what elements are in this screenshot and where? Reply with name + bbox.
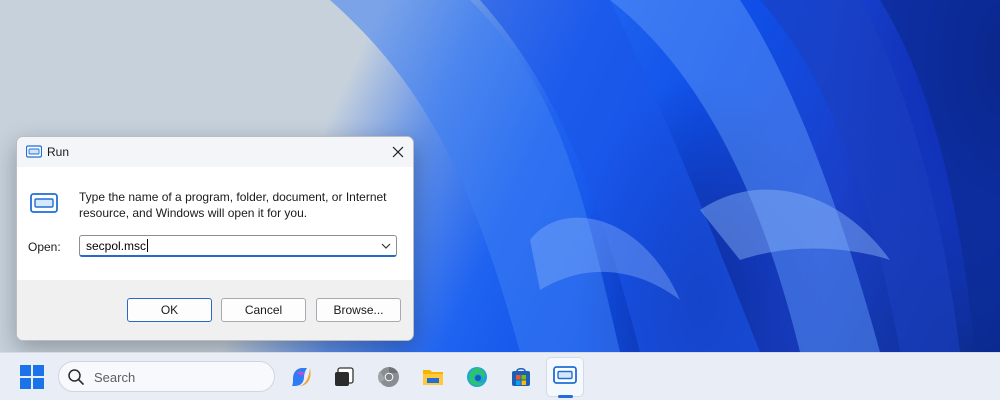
close-button[interactable] xyxy=(383,137,413,167)
search-icon xyxy=(68,369,84,385)
dialog-body: Type the name of a program, folder, docu… xyxy=(17,167,413,280)
run-icon xyxy=(26,145,42,158)
dialog-title: Run xyxy=(47,145,70,159)
active-indicator xyxy=(558,395,573,398)
cancel-button[interactable]: Cancel xyxy=(221,298,306,322)
microsoft-store-icon[interactable] xyxy=(509,365,533,389)
run-app-icon[interactable] xyxy=(553,363,577,387)
taskbar: Search xyxy=(0,352,1000,400)
windows-start-icon[interactable] xyxy=(20,365,44,389)
text-caret xyxy=(147,239,149,252)
dialog-description: Type the name of a program, folder, docu… xyxy=(79,190,387,220)
task-view-icon[interactable] xyxy=(332,365,356,389)
search-placeholder: Search xyxy=(94,370,136,385)
open-input[interactable]: secpol.msc xyxy=(86,239,149,253)
file-explorer-icon[interactable] xyxy=(421,365,445,389)
chevron-down-icon[interactable] xyxy=(380,240,392,252)
open-label: Open: xyxy=(28,240,61,254)
title-bar[interactable]: Run xyxy=(17,137,413,167)
browse-button[interactable]: Browse... xyxy=(316,298,401,322)
run-program-icon xyxy=(30,193,58,213)
ok-button[interactable]: OK xyxy=(127,298,212,322)
open-combobox[interactable]: secpol.msc xyxy=(79,235,397,257)
dialog-footer: OK Cancel Browse... xyxy=(17,280,413,340)
edge-icon[interactable] xyxy=(465,365,489,389)
taskbar-search-box[interactable]: Search xyxy=(58,361,275,392)
copilot-icon[interactable] xyxy=(289,365,313,389)
chrome-icon[interactable] xyxy=(377,365,401,389)
run-dialog: Run Type the name of a program, folder, … xyxy=(16,136,414,341)
close-icon xyxy=(392,146,404,158)
